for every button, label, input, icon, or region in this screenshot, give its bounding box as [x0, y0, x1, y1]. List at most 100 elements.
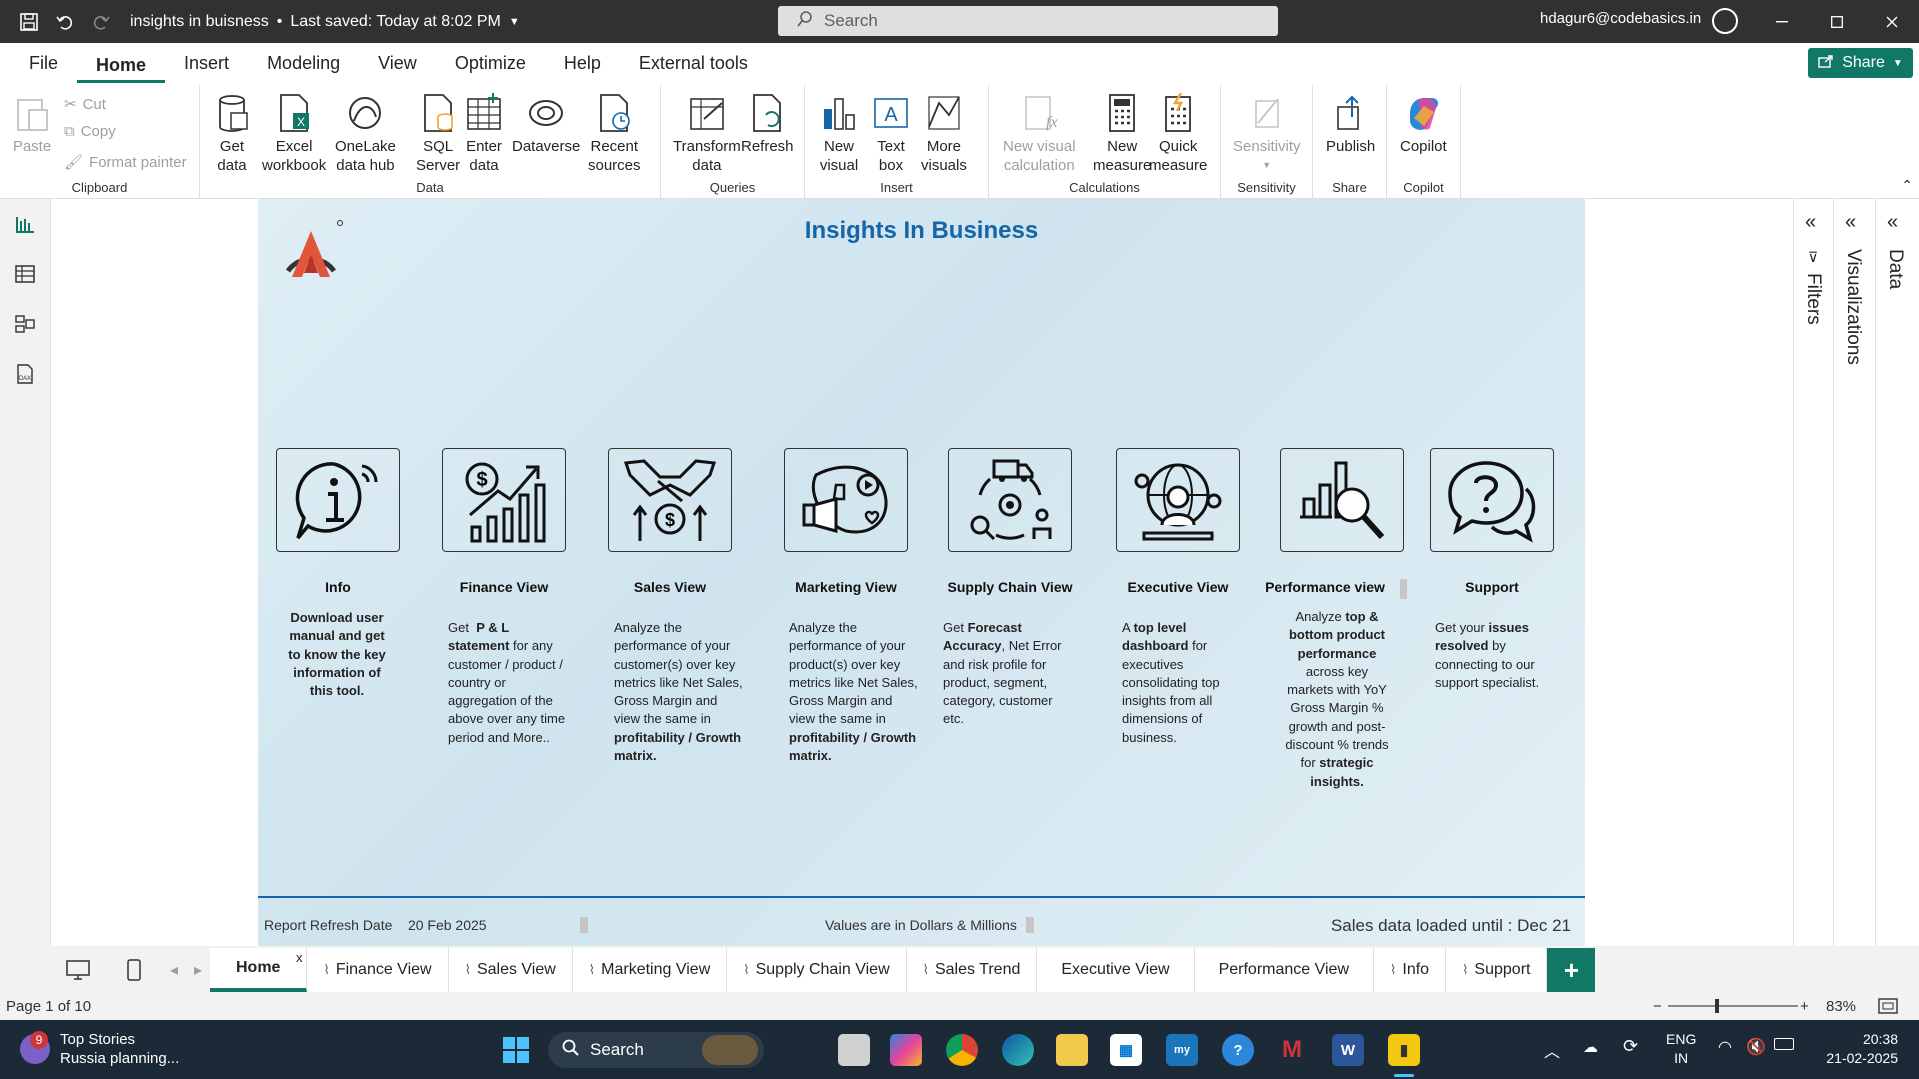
battery-icon[interactable]	[1774, 1038, 1794, 1050]
data-pane[interactable]: « Data	[1875, 199, 1915, 946]
tab-sales-trend[interactable]: ⌇ Sales Trend	[906, 948, 1038, 992]
zoom-level[interactable]: 83%	[1826, 998, 1856, 1015]
tab-support[interactable]: ⌇ Support	[1446, 948, 1548, 992]
text-box-button[interactable]: A Text box	[871, 91, 911, 175]
mobile-layout-icon[interactable]	[106, 948, 162, 992]
zoom-out-icon[interactable]: −	[1653, 998, 1662, 1015]
mysql-icon[interactable]: my	[1166, 1034, 1198, 1066]
report-view-icon[interactable]	[12, 211, 38, 237]
menu-optimize[interactable]: Optimize	[436, 43, 545, 85]
user-email[interactable]: hdagur6@codebasics.in	[1540, 10, 1701, 27]
tab-performance-view[interactable]: Performance View	[1194, 948, 1375, 992]
tips-icon[interactable]: ?	[1222, 1034, 1254, 1066]
clock[interactable]: 20:38 21-02-2025	[1818, 1030, 1898, 1068]
info-card[interactable]	[276, 448, 400, 552]
avatar[interactable]	[1712, 8, 1738, 34]
wifi-icon[interactable]: ◠	[1718, 1037, 1732, 1057]
enter-data-button[interactable]: Enter data	[464, 91, 504, 175]
search-box[interactable]: Search	[778, 6, 1278, 36]
zoom-in-icon[interactable]: +	[1800, 998, 1809, 1015]
taskbar-search[interactable]: Search	[548, 1032, 764, 1068]
zoom-thumb[interactable]	[1715, 999, 1719, 1013]
edge-icon[interactable]	[1002, 1034, 1034, 1066]
scroll-handle[interactable]	[1400, 579, 1407, 599]
dax-query-view-icon[interactable]: DAX	[12, 361, 38, 387]
mute-icon[interactable]: 🔇	[1746, 1037, 1766, 1057]
save-icon[interactable]	[14, 7, 44, 37]
next-page-icon[interactable]: ▸	[186, 948, 210, 992]
dataverse-button[interactable]: Dataverse	[512, 91, 580, 156]
sql-server-button[interactable]: SQL Server	[416, 91, 460, 175]
redo-icon[interactable]	[86, 7, 116, 37]
close-tab-icon[interactable]: x	[296, 950, 303, 965]
onedrive-icon[interactable]: ☁	[1583, 1038, 1598, 1056]
collapse-ribbon-icon[interactable]: ⌃	[1901, 177, 1913, 194]
supply-chain-view-card[interactable]	[948, 448, 1072, 552]
performance-view-card[interactable]	[1280, 448, 1404, 552]
desktop-layout-icon[interactable]	[50, 948, 106, 992]
document-title[interactable]: insights in buisness • Last saved: Today…	[130, 13, 520, 31]
new-visual-button[interactable]: New visual	[819, 91, 859, 175]
copilot-taskbar-icon[interactable]	[890, 1034, 922, 1066]
chevron-left-icon[interactable]: «	[1845, 211, 1856, 234]
word-icon[interactable]: W	[1332, 1034, 1364, 1066]
more-visuals-button[interactable]: More visuals	[921, 91, 967, 175]
tab-info[interactable]: ⌇ Info	[1374, 948, 1447, 992]
slicer-handle[interactable]	[1026, 917, 1034, 933]
marketing-view-card[interactable]	[784, 448, 908, 552]
menu-help[interactable]: Help	[545, 43, 620, 85]
menu-modeling[interactable]: Modeling	[248, 43, 359, 85]
format-painter-button[interactable]: 🖌 Format painter	[64, 153, 187, 172]
news-widget[interactable]: 9 Top Stories Russia planning...	[20, 1030, 179, 1068]
slicer-handle[interactable]	[580, 917, 588, 933]
store-icon[interactable]: ▦	[1110, 1034, 1142, 1066]
model-view-icon[interactable]	[12, 311, 38, 337]
chevron-left-icon[interactable]: «	[1887, 211, 1898, 234]
zoom-slider[interactable]	[1668, 1005, 1798, 1007]
task-view-icon[interactable]	[838, 1034, 870, 1066]
tab-finance-view[interactable]: ⌇ Finance View	[307, 948, 449, 992]
close-icon[interactable]	[1864, 0, 1919, 43]
menu-external-tools[interactable]: External tools	[620, 43, 767, 85]
support-card[interactable]	[1430, 448, 1554, 552]
visualizations-pane[interactable]: « Visualizations	[1833, 199, 1873, 946]
publish-button[interactable]: Publish	[1326, 91, 1375, 156]
quick-measure-button[interactable]: Quick measure	[1149, 91, 1207, 175]
sales-view-card[interactable]: $	[608, 448, 732, 552]
file-explorer-icon[interactable]	[1056, 1034, 1088, 1066]
power-bi-icon[interactable]: ▮	[1388, 1034, 1420, 1066]
cut-button[interactable]: ✂ Cut	[64, 95, 106, 114]
finance-view-card[interactable]: $	[442, 448, 566, 552]
fit-to-page-icon[interactable]	[1878, 998, 1898, 1018]
get-data-button[interactable]: Get data	[212, 91, 252, 175]
chrome-icon[interactable]	[946, 1034, 978, 1066]
windows-start-icon[interactable]	[500, 1034, 532, 1066]
refresh-button[interactable]: Refresh	[741, 91, 794, 156]
executive-view-card[interactable]	[1116, 448, 1240, 552]
menu-file[interactable]: File	[10, 43, 77, 85]
tab-supply-chain-view[interactable]: ⌇ Supply Chain View	[727, 948, 907, 992]
maximize-icon[interactable]	[1809, 0, 1864, 43]
tab-executive-view[interactable]: Executive View	[1037, 948, 1195, 992]
menu-insert[interactable]: Insert	[165, 43, 248, 85]
transform-data-button[interactable]: Transform data	[673, 91, 741, 175]
filters-pane[interactable]: « ⊽ Filters	[1793, 199, 1833, 946]
add-page-button[interactable]: +	[1547, 948, 1596, 992]
prev-page-icon[interactable]: ◂	[162, 948, 186, 992]
tab-home[interactable]: Home x	[210, 948, 308, 992]
onelake-button[interactable]: OneLake data hub	[335, 91, 396, 175]
sensitivity-button[interactable]: Sensitivity ▼	[1233, 91, 1301, 175]
mcafee-icon[interactable]: M	[1276, 1034, 1308, 1066]
recent-sources-button[interactable]: Recent sources	[588, 91, 641, 175]
menu-view[interactable]: View	[359, 43, 436, 85]
share-button[interactable]: Share ▼	[1808, 48, 1913, 78]
minimize-icon[interactable]	[1754, 0, 1809, 43]
copilot-button[interactable]: Copilot	[1400, 91, 1447, 156]
chevron-up-icon[interactable]: ︿	[1544, 1038, 1560, 1062]
language-indicator[interactable]: ENG IN	[1666, 1030, 1696, 1068]
tab-sales-view[interactable]: ⌇ Sales View	[448, 948, 573, 992]
tab-marketing-view[interactable]: ⌇ Marketing View	[572, 948, 728, 992]
table-view-icon[interactable]	[12, 261, 38, 287]
new-measure-button[interactable]: New measure	[1093, 91, 1151, 175]
undo-icon[interactable]	[50, 7, 80, 37]
